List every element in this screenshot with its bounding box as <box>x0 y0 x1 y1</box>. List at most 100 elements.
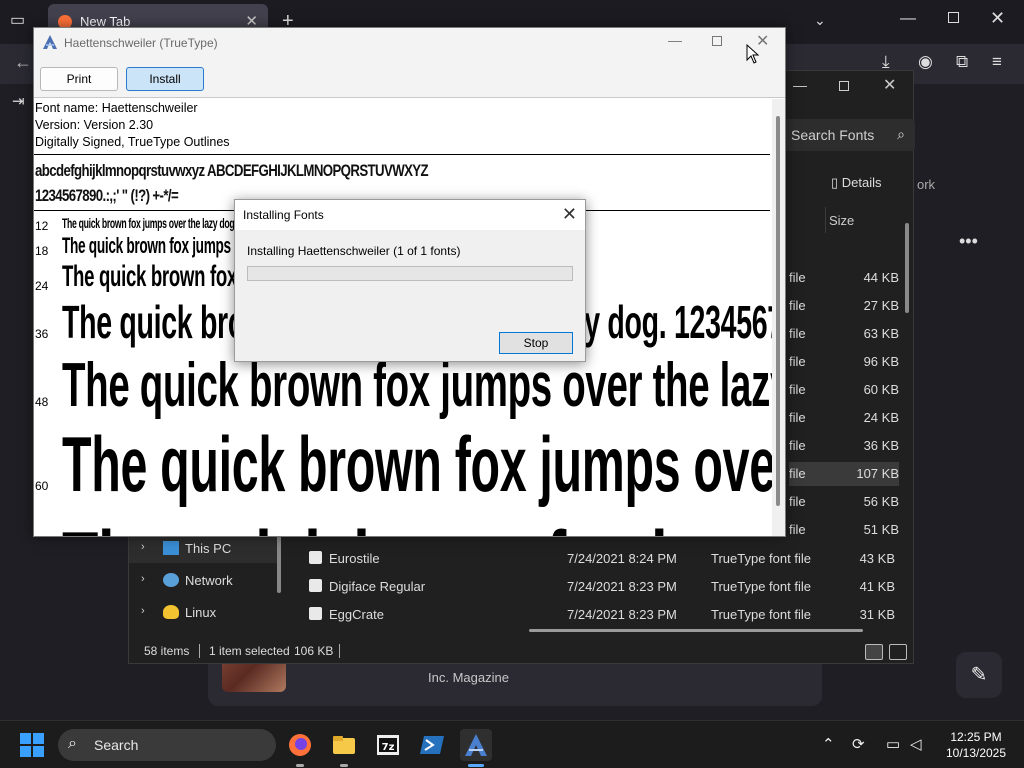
column-divider[interactable] <box>825 207 826 233</box>
chevron-right-icon[interactable]: › <box>141 541 145 553</box>
dialog-title: Installing Fonts <box>243 208 324 222</box>
7zip-icon: 7z <box>377 735 399 755</box>
edit-pencil-icon[interactable]: ✎ <box>956 652 1002 698</box>
sign-in-icon[interactable]: ⇥ <box>12 92 25 110</box>
table-row[interactable]: Eurostile 7/24/2021 8:24 PM TrueType fon… <box>307 545 903 571</box>
explorer-search-box[interactable]: Search Fonts ⌕ <box>783 119 915 151</box>
taskbar-clock[interactable]: 12:25 PM 10/13/2025 <box>936 729 1016 761</box>
details-pane-label: Details <box>841 175 882 190</box>
install-status-message: Installing Haettenschweiler (1 of 1 font… <box>247 244 461 258</box>
status-divider <box>339 644 340 658</box>
taskbar: ⌕ Search 7z ⌃ ⟳ ▭ ◁ 12:25 PM 10/13/2025 <box>0 720 1024 768</box>
chevron-down-icon[interactable]: ⌄ <box>814 12 826 29</box>
explorer-vertical-scrollbar[interactable] <box>905 223 909 313</box>
taskbar-powershell[interactable] <box>416 729 448 761</box>
taskbar-search-label: Search <box>94 737 139 753</box>
chevron-up-icon[interactable]: ⌃ <box>822 735 835 753</box>
tiles-view-icon[interactable] <box>889 644 907 660</box>
taskbar-file-explorer[interactable] <box>328 729 360 767</box>
font-viewer-icon <box>465 734 487 756</box>
table-row[interactable]: Digiface Regular 7/24/2021 8:23 PM TrueT… <box>307 573 903 599</box>
column-header-size[interactable]: Size <box>829 213 854 228</box>
explorer-window-controls: — ✕ <box>785 71 915 101</box>
maximize-icon[interactable] <box>712 36 722 46</box>
list-item[interactable]: file 96 KB <box>789 350 899 374</box>
list-item[interactable]: file 60 KB <box>789 378 899 402</box>
install-button[interactable]: Install <box>126 67 204 91</box>
font-file-icon <box>309 607 322 620</box>
explorer-search-placeholder: Search Fonts <box>791 127 875 143</box>
explorer-close-icon[interactable]: ✕ <box>883 75 896 95</box>
list-item[interactable]: file 44 KB <box>789 266 899 290</box>
list-item[interactable]: file 24 KB <box>789 406 899 430</box>
powershell-icon <box>420 736 444 754</box>
minimize-icon[interactable]: — <box>668 32 682 48</box>
clock-time: 12:25 PM <box>950 730 1002 744</box>
dialog-titlebar[interactable]: Installing Fonts ✕ <box>235 200 585 230</box>
chevron-right-icon[interactable]: › <box>141 605 145 617</box>
running-indicator <box>296 764 304 767</box>
close-icon[interactable]: ✕ <box>562 204 577 225</box>
extensions-icon[interactable]: ⧉ <box>956 52 968 72</box>
chevron-right-icon[interactable]: › <box>141 573 145 585</box>
font-name-label: Font name: Haettenschweiler <box>35 101 198 115</box>
list-item[interactable]: file 63 KB <box>789 322 899 346</box>
list-item[interactable]: file 56 KB <box>789 490 899 514</box>
window-title: Haettenschweiler (TrueType) <box>64 36 218 50</box>
font-file-icon <box>309 579 322 592</box>
install-progress-bar <box>247 266 573 281</box>
volume-muted-icon[interactable]: ◁ <box>910 735 922 753</box>
sample-size-label: 36 <box>35 327 49 341</box>
toolbar-label-fragment: ork <box>917 177 936 192</box>
preview-scrollbar-thumb[interactable] <box>776 116 780 506</box>
display-icon[interactable]: ▭ <box>886 735 900 753</box>
list-item[interactable]: file 27 KB <box>789 294 899 318</box>
sample-text-60: The quick brown fox jumps over the lazy … <box>62 420 772 508</box>
status-divider <box>199 644 200 658</box>
explorer-minimize-icon[interactable]: — <box>793 77 807 93</box>
charset-lowercase-uppercase: abcdefghijklmnopqrstuvwxyz ABCDEFGHIJKLM… <box>35 161 429 180</box>
download-icon[interactable]: ⤓ <box>882 52 890 72</box>
details-pane-button[interactable]: ▯ Details <box>831 175 882 191</box>
stop-button[interactable]: Stop <box>499 332 573 354</box>
more-options-icon[interactable]: ••• <box>959 231 978 252</box>
details-view-icon[interactable] <box>865 644 883 660</box>
table-row[interactable]: EggCrate 7/24/2021 8:23 PM TrueType font… <box>307 601 903 627</box>
font-file-icon <box>309 551 322 564</box>
nav-pane-scrollbar[interactable] <box>277 533 281 593</box>
font-viewer-titlebar[interactable]: Haettenschweiler (TrueType) — ✕ <box>34 28 785 58</box>
list-item[interactable]: file 51 KB <box>789 518 899 542</box>
taskbar-font-viewer[interactable] <box>460 729 492 767</box>
taskbar-search-box[interactable]: ⌕ Search <box>58 729 276 761</box>
font-version-label: Version: Version 2.30 <box>35 118 154 132</box>
explorer-horizontal-scrollbar[interactable] <box>529 629 863 632</box>
nav-item-linux[interactable]: › Linux <box>129 599 279 627</box>
details-pane-icon: ▯ <box>831 175 839 190</box>
windows-start-icon[interactable] <box>20 733 44 757</box>
running-indicator <box>340 764 348 767</box>
list-item-selected[interactable]: file 107 KB <box>789 462 899 486</box>
installing-fonts-dialog: Installing Fonts ✕ Installing Haettensch… <box>234 199 586 362</box>
clock-date: 10/13/2025 <box>945 746 1007 760</box>
font-viewer-toolbar: Print Install <box>34 58 785 98</box>
sync-icon[interactable]: ⟳ <box>852 735 865 753</box>
print-button[interactable]: Print <box>40 67 118 91</box>
minimize-icon[interactable]: — <box>900 10 916 28</box>
mouse-cursor-icon <box>746 44 760 64</box>
svg-text:7z: 7z <box>382 742 395 753</box>
list-item[interactable]: file 36 KB <box>789 434 899 458</box>
charset-digits-symbols: 1234567890.:,;' " (!?) +-*/= <box>35 186 179 205</box>
taskbar-7zip[interactable]: 7z <box>372 729 404 761</box>
nav-item-network[interactable]: › Network <box>129 567 279 595</box>
maximize-icon[interactable] <box>948 12 959 23</box>
tab-overview-icon[interactable]: ▭ <box>10 10 25 30</box>
taskbar-firefox[interactable] <box>284 729 316 767</box>
running-indicator <box>468 764 484 767</box>
font-signature-label: Digitally Signed, TrueType Outlines <box>35 135 230 149</box>
explorer-maximize-icon[interactable] <box>839 81 849 91</box>
account-icon[interactable]: ◉ <box>918 52 933 72</box>
close-icon[interactable]: ✕ <box>990 8 1005 29</box>
nav-item-this-pc[interactable]: › This PC <box>129 535 279 563</box>
menu-icon[interactable]: ≡ <box>992 52 1002 72</box>
back-arrow-icon[interactable]: ← <box>14 52 32 73</box>
